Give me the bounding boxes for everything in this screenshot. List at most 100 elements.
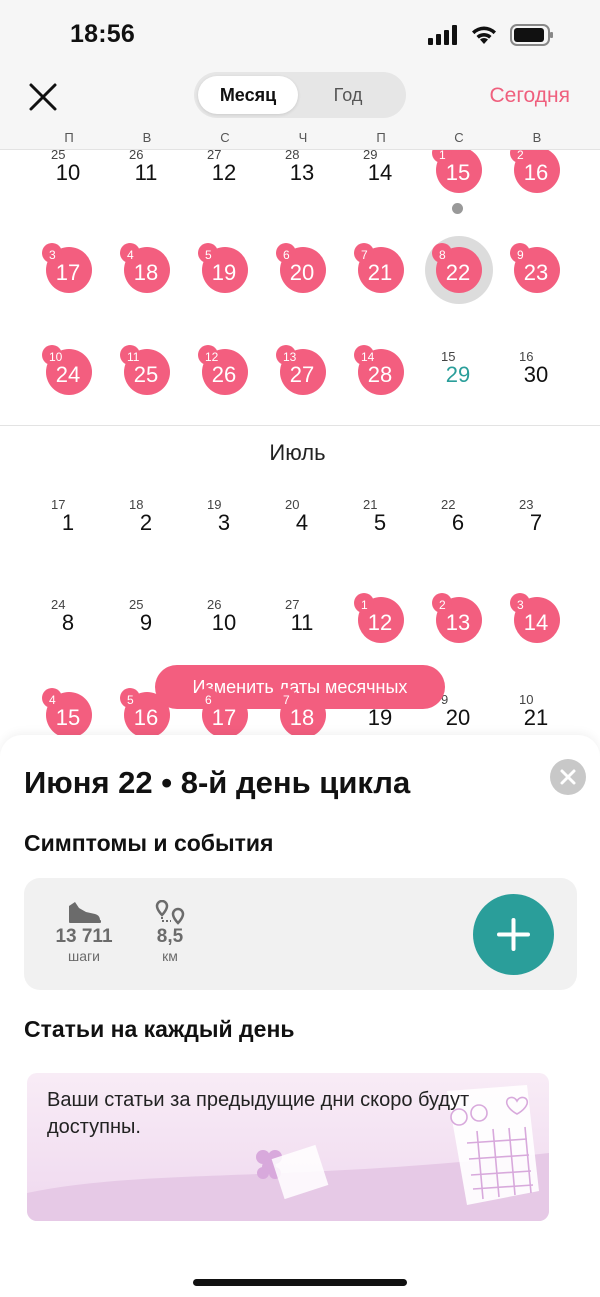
close-icon: [29, 83, 57, 111]
calendar-day[interactable]: 1 12: [341, 593, 419, 670]
cycle-day-number: 3: [517, 598, 524, 612]
weekday-label: П: [376, 130, 386, 145]
cycle-day-number: 1: [361, 598, 368, 612]
day-number: 18: [133, 260, 159, 285]
cycle-day-number: 5: [205, 248, 212, 262]
calendar-day[interactable]: 4 15: [29, 688, 107, 740]
calendar-day[interactable]: 8 22: [419, 236, 497, 320]
segment-year[interactable]: Год: [298, 76, 398, 114]
day-number: 27: [289, 362, 315, 387]
battery-icon: [510, 24, 553, 46]
calendar-day[interactable]: 14 28: [341, 345, 419, 422]
day-number: 30: [523, 362, 549, 387]
day-number: 14: [523, 610, 549, 635]
calendar-day[interactable]: 15 29: [419, 349, 497, 422]
home-indicator: [193, 1279, 407, 1286]
calendar-day[interactable]: 2 16: [497, 150, 575, 220]
calendar-day[interactable]: 21 5: [341, 497, 419, 570]
cycle-day-number: 11: [127, 350, 140, 364]
weekday-label: С: [220, 130, 230, 145]
calendar-day[interactable]: 24 8: [29, 597, 107, 670]
distance-value: 8,5: [156, 926, 184, 947]
steps-unit: шаги: [68, 948, 100, 964]
day-number: 10: [55, 160, 81, 185]
distance-stat: 8,5 км: [135, 900, 205, 964]
route-icon: [155, 900, 185, 925]
cycle-day-number: 5: [127, 693, 134, 707]
day-number: 7: [529, 510, 543, 535]
day-number: 23: [523, 260, 549, 285]
cycle-day-number: 12: [205, 350, 219, 364]
calendar-day[interactable]: 22 6: [419, 497, 497, 570]
calendar-day[interactable]: 16 30: [497, 349, 575, 422]
calendar-day[interactable]: 10 21: [497, 692, 575, 740]
event-indicator-dot: [452, 203, 463, 214]
view-segmented-control: Месяц Год: [194, 72, 406, 118]
calendar-day[interactable]: 1 15: [419, 150, 497, 220]
calendar-day[interactable]: 29 14: [341, 150, 419, 220]
cycle-day-number: 9: [517, 248, 524, 262]
calendar-day[interactable]: 13 27: [263, 345, 341, 422]
day-number: 13: [445, 610, 471, 635]
cycle-day-number: 7: [283, 693, 290, 707]
cycle-day-number: 4: [49, 693, 56, 707]
segment-month[interactable]: Месяц: [198, 76, 298, 114]
day-number: 8: [61, 610, 75, 635]
calendar-day[interactable]: 5 19: [185, 243, 263, 320]
calendar-day[interactable]: 10 24: [29, 345, 107, 422]
day-number: 9: [139, 610, 153, 635]
day-title: Июня 22 • 8-й день цикла: [24, 765, 411, 800]
calendar-day[interactable]: 9 23: [497, 243, 575, 320]
calendar-day[interactable]: 12 26: [185, 345, 263, 422]
month-label-july: Июль: [269, 440, 326, 465]
calendar-day[interactable]: 26 10: [185, 597, 263, 670]
close-button[interactable]: [26, 80, 60, 114]
cycle-day-number: 13: [283, 350, 297, 364]
calendar-day[interactable]: 7 21: [341, 243, 419, 320]
day-number: 12: [211, 160, 237, 185]
add-symptom-button[interactable]: [473, 894, 554, 975]
calendar-day[interactable]: 6 20: [263, 243, 341, 320]
weekday-label: В: [532, 130, 542, 145]
calendar-day[interactable]: 27 12: [185, 150, 263, 220]
calendar-day[interactable]: 26 11: [107, 150, 185, 220]
calendar-day[interactable]: 25 10: [29, 150, 107, 220]
calendar-day[interactable]: 23 7: [497, 497, 575, 570]
calendar-day[interactable]: 18 2: [107, 497, 185, 570]
articles-card[interactable]: Ваши статьи за предыдущие дни скоро буду…: [27, 1073, 549, 1221]
header: Месяц Год Сегодня: [0, 66, 600, 126]
weekday-label: П: [64, 130, 74, 145]
cycle-day-number: 7: [361, 248, 368, 262]
day-number: 20: [289, 260, 315, 285]
calendar-day[interactable]: 25 9: [107, 597, 185, 670]
day-number: 29: [445, 362, 471, 387]
day-number: 11: [134, 160, 158, 185]
day-number: 15: [55, 705, 81, 730]
calendar-day[interactable]: 3 17: [29, 243, 107, 320]
today-button[interactable]: Сегодня: [490, 84, 570, 108]
calendar-day[interactable]: 19 3: [185, 497, 263, 570]
calendar-day[interactable]: 4 18: [107, 243, 185, 320]
day-number: 10: [211, 610, 237, 635]
calendar-day[interactable]: 27 11: [263, 597, 341, 670]
signal-icon: [428, 25, 457, 45]
cycle-day-number: 3: [49, 248, 56, 262]
day-number: 15: [445, 160, 471, 185]
cycle-day-number: 6: [283, 248, 290, 262]
day-number: 21: [523, 705, 549, 730]
day-number: 12: [367, 610, 393, 635]
weekday-label: В: [142, 130, 152, 145]
calendar-day[interactable]: 28 13: [263, 150, 341, 220]
calendar-day[interactable]: 17 1: [29, 497, 107, 570]
day-number: 21: [367, 260, 393, 285]
calendar-day[interactable]: 11 25: [107, 345, 185, 422]
symptoms-card: 13 711 шаги 8,5 км: [24, 878, 577, 990]
day-number: 6: [451, 510, 465, 535]
calendar-day[interactable]: 3 14: [497, 593, 575, 670]
wifi-icon: [472, 26, 496, 44]
day-number: 19: [211, 260, 237, 285]
calendar-day[interactable]: 20 4: [263, 497, 341, 570]
sheet-close-button[interactable]: [550, 759, 586, 795]
day-number: 11: [290, 610, 314, 635]
calendar-day[interactable]: 2 13: [419, 593, 497, 670]
